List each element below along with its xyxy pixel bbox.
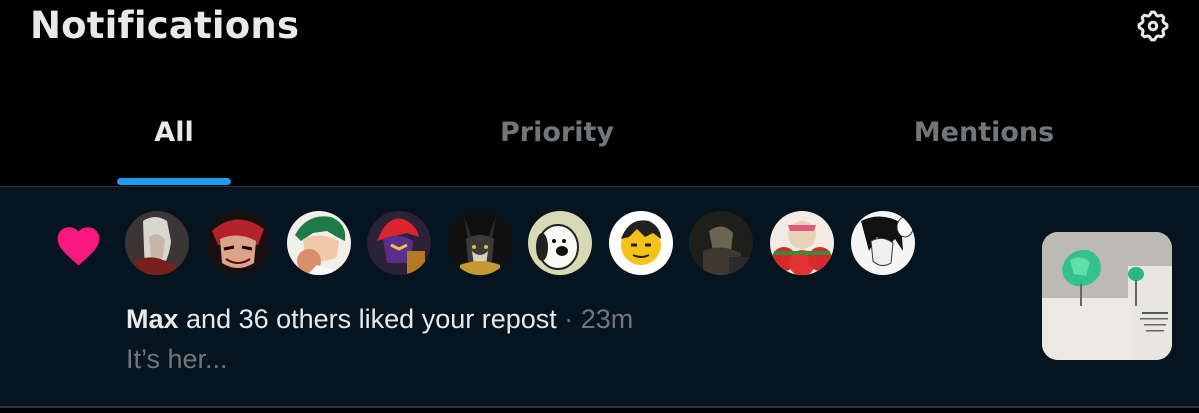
post-thumbnail[interactable] [1042, 232, 1172, 360]
header: Notifications All Priority Mentions [0, 0, 1199, 186]
page-title: Notifications [30, 4, 300, 47]
avatar[interactable] [770, 211, 834, 275]
avatar[interactable] [206, 211, 270, 275]
settings-button[interactable] [1134, 7, 1172, 45]
heart-icon [57, 227, 100, 266]
next-item-edge [0, 408, 1199, 413]
avatar[interactable] [448, 211, 512, 275]
avatar[interactable] [609, 211, 673, 275]
notification-text: Max and 36 others liked your repost · 23… [126, 304, 633, 335]
avatar[interactable] [125, 211, 189, 275]
avatar[interactable] [851, 211, 915, 275]
tab-label: All [154, 117, 194, 148]
gear-icon [1137, 10, 1169, 42]
avatar[interactable] [528, 211, 592, 275]
avatar[interactable] [287, 211, 351, 275]
timestamp[interactable]: 23m [581, 304, 634, 334]
avatar[interactable] [689, 211, 753, 275]
avatar[interactable] [367, 211, 431, 275]
post-preview: It’s her... [126, 344, 228, 374]
separator: · [556, 304, 581, 334]
tab-all[interactable]: All [117, 106, 231, 186]
actor-name[interactable]: Max [126, 304, 179, 334]
tab-mentions[interactable]: Mentions [884, 106, 1084, 186]
tab-priority[interactable]: Priority [457, 106, 657, 186]
tab-label: Priority [500, 117, 614, 148]
notifications-page: Notifications All Priority Mentions Max … [0, 0, 1199, 413]
active-tab-indicator [117, 178, 231, 185]
tab-label: Mentions [913, 117, 1055, 148]
action-text: and 36 others liked your repost [178, 304, 557, 334]
